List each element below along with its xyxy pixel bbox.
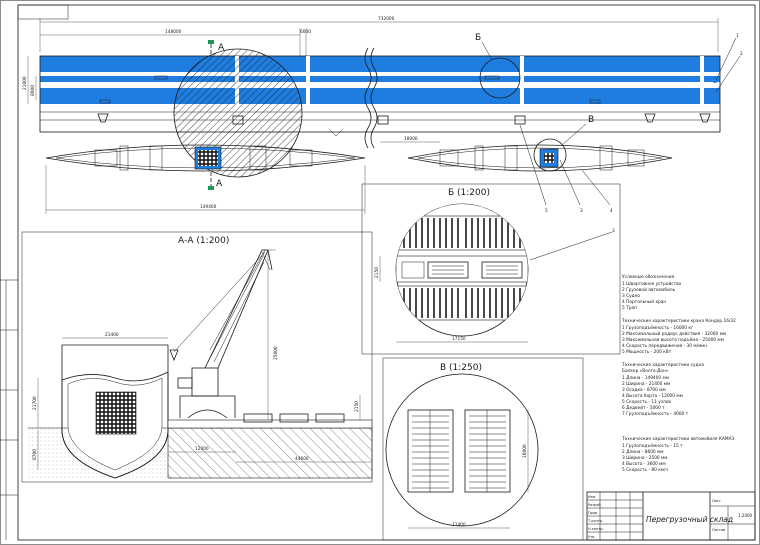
dim-height-left-outer: 21000	[22, 76, 28, 90]
dim-small-top: 6000	[300, 29, 311, 35]
detail-v-title: В (1:250)	[440, 363, 482, 373]
tb-sheet-label: Лист	[712, 499, 721, 503]
callout-v-label: В	[588, 115, 594, 125]
callout-2: 2	[740, 51, 743, 57]
vessel-heading: Технические характеристики судна	[621, 362, 704, 368]
dim-aa-span: 44600	[295, 456, 309, 462]
dim-vv-height: 16000	[522, 444, 528, 458]
drawing-title: Перегрузочный склад	[646, 515, 733, 524]
vessel-6: 6 Дедвейт - 5000 т	[622, 404, 665, 411]
vessel-7: 7 Грузоподъёмность - 4000 т	[622, 411, 689, 417]
dim-aa-berth: 12000	[195, 446, 209, 452]
dim-height-left-inner: 8000	[30, 85, 36, 96]
cargo-stack-bottom	[396, 285, 528, 321]
dim-aa-deck: 21400	[105, 332, 119, 338]
section-a-top: А	[218, 43, 225, 53]
storage-strip-top	[40, 56, 720, 72]
callout-1: 1	[736, 33, 739, 39]
storage-strip-bottom	[40, 88, 720, 104]
legend-1: 1 Швартовное устройство	[622, 280, 682, 287]
truck-2: 2 Длина - 8600 мм	[622, 449, 664, 455]
vessel-2: 2 Ширина - 21400 мм	[622, 381, 670, 387]
dim-left-span: 148000	[165, 29, 182, 35]
detail-b-callout-3: 3	[612, 228, 615, 234]
crane-3: 3 Максимальная высота подъёма - 25000 мм	[622, 337, 724, 343]
truck-4: 4 Высота - 3600 мм	[622, 461, 666, 467]
dim-aa-draft: 8700	[32, 449, 38, 460]
dim-aa-crane-height: 25000	[273, 346, 279, 360]
drawing-sheet: 732000 148000 6000 21000 8000 1 2 Б А А …	[0, 0, 760, 545]
callout-4: 4	[610, 208, 613, 214]
cargo-hold	[95, 391, 137, 435]
truck-1: 1 Грузоподъёмность - 15 т	[622, 443, 683, 449]
title-block: Изм Разраб. Пров. Т.контр. Н.контр. Утв.…	[586, 491, 756, 541]
section-a-bottom: А	[216, 179, 223, 189]
dim-aa-side: 21700	[32, 396, 38, 410]
hatch-cover-grid	[407, 409, 511, 493]
dim-aa-pier: 2150	[354, 401, 360, 412]
legend-2: 2 Грузовой автомобиль	[622, 286, 676, 293]
callout-3: 3	[580, 208, 583, 214]
vessel-sub: Балкер «Волго-Дон»	[622, 368, 669, 374]
legend-3: 3 Судно	[622, 293, 640, 299]
dim-vv-width: 11400	[452, 522, 466, 528]
corner-stamp-box	[17, 4, 69, 20]
dim-bottom-length: 149400	[200, 204, 217, 210]
tb-row-5: Утв.	[588, 535, 595, 539]
tb-row-4: Н.контр.	[588, 527, 604, 531]
dim-bb-width: 17150	[452, 336, 466, 342]
vessel-4: 4 Высота борта - 12000 мм	[622, 393, 683, 399]
detail-circle-hatched	[173, 48, 303, 178]
vessel-5: 5 Скорость - 11 узлов	[622, 399, 671, 405]
callout-5: 5	[545, 208, 548, 214]
legend-4: 4 Портальный кран	[622, 298, 666, 305]
crane-5: 5 Мощность - 200 кВт	[622, 349, 672, 355]
section-aa-view: А-А (1:200) 21400 21700 8700 25000 12000…	[21, 231, 373, 483]
left-margin-strip	[0, 279, 18, 540]
dim-total-length: 732000	[378, 16, 395, 22]
tb-row-0: Изм	[588, 495, 595, 499]
quay-hatched	[167, 427, 373, 479]
truck-5: 5 Скорость - 80 км/ч	[622, 467, 668, 473]
storage-strip-middle	[40, 76, 720, 82]
notes-block: Условные обозначения 1 Швартовное устрой…	[621, 274, 736, 473]
truck-3: 3 Ширина - 2500 мм	[622, 455, 668, 461]
crane-1: 1 Грузоподъёмность - 16000 кг	[622, 325, 694, 331]
crane-heading: Технические характеристики крана Кондор …	[621, 318, 736, 324]
detail-v-view: В (1:250) 16000 11400	[382, 357, 584, 541]
tb-scale: 1:2000	[738, 513, 753, 518]
dim-bottom-right: 18000	[404, 136, 418, 142]
truck-heading: Технические характеристики автомобиля КА…	[621, 436, 735, 442]
crane-2: 2 Максимальный радиус действия - 32000 м…	[622, 330, 726, 337]
crane-4: 4 Скорость передвижения - 30 м/мин	[622, 343, 707, 349]
portal-crane	[169, 249, 273, 419]
vessel-1: 1 Длина - 149400 мм	[622, 375, 669, 381]
vessel-3: 3 Осадка - 8700 мм	[622, 387, 666, 393]
detail-b-title: Б (1:200)	[448, 188, 490, 198]
legend-5: 5 Трап	[622, 305, 637, 311]
legend-heading: Условные обозначения	[622, 274, 675, 280]
callout-b-label: Б	[475, 33, 481, 43]
ship-left	[45, 144, 366, 172]
plan-view: 732000 148000 6000 21000 8000 1 2 Б А А …	[22, 16, 743, 214]
tb-row-3: Т.контр.	[587, 519, 603, 523]
dim-bb-height: 2150	[374, 267, 380, 278]
tb-row-2: Пров.	[588, 511, 598, 515]
section-aa-title: А-А (1:200)	[178, 236, 229, 246]
tb-sheets-label: Листов	[712, 528, 725, 532]
tb-row-1: Разраб.	[588, 503, 602, 507]
cargo-stack-top	[396, 215, 528, 251]
